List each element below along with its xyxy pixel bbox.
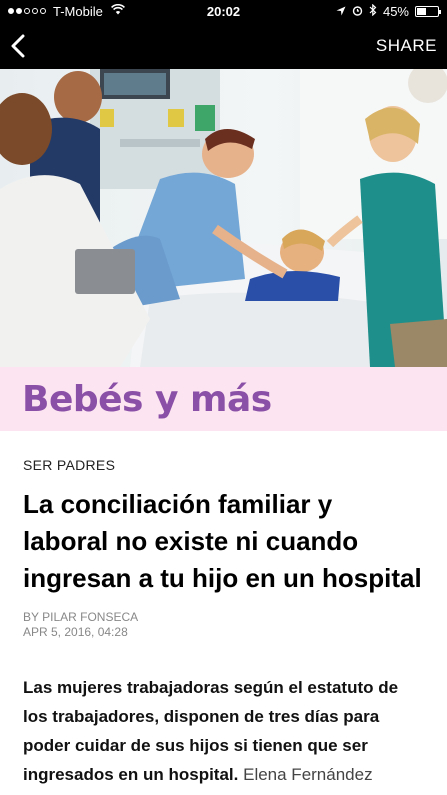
author: BY PILAR FONSECA [23, 610, 139, 624]
share-button[interactable]: SHARE [376, 36, 437, 56]
location-arrow-icon [336, 4, 346, 19]
brand-banner: Bebés y más [0, 367, 447, 431]
alarm-clock-icon [352, 4, 363, 19]
signal-strength-icon [8, 8, 46, 14]
section-label: SER PADRES [23, 457, 116, 473]
battery-icon [415, 5, 441, 17]
bluetooth-icon [369, 3, 377, 19]
article-headline: La conciliación familiar y laboral no ex… [23, 489, 422, 593]
article: SER PADRES La conciliación familiar y la… [0, 431, 447, 789]
battery-percentage: 45% [382, 3, 409, 19]
brand-logo: Bebés y más [22, 378, 272, 420]
status-bar: T-Mobile 20:02 45% [0, 0, 447, 22]
hero-image [0, 69, 447, 367]
battery-level [417, 7, 426, 15]
status-right: 45% [336, 3, 441, 19]
nav-bar: SHARE [0, 22, 447, 69]
status-left: T-Mobile [8, 4, 336, 19]
publish-date: APR 5, 2016, 04:28 [23, 625, 128, 639]
carrier-name: T-Mobile [53, 3, 103, 19]
wifi-icon [110, 3, 125, 18]
back-chevron-icon[interactable] [10, 33, 32, 59]
article-lead: Las mujeres trabajadoras según el estatu… [23, 673, 424, 789]
byline: BY PILAR FONSECA APR 5, 2016, 04:28 [23, 610, 424, 640]
lead-continuation: Elena Fernández [243, 765, 373, 784]
